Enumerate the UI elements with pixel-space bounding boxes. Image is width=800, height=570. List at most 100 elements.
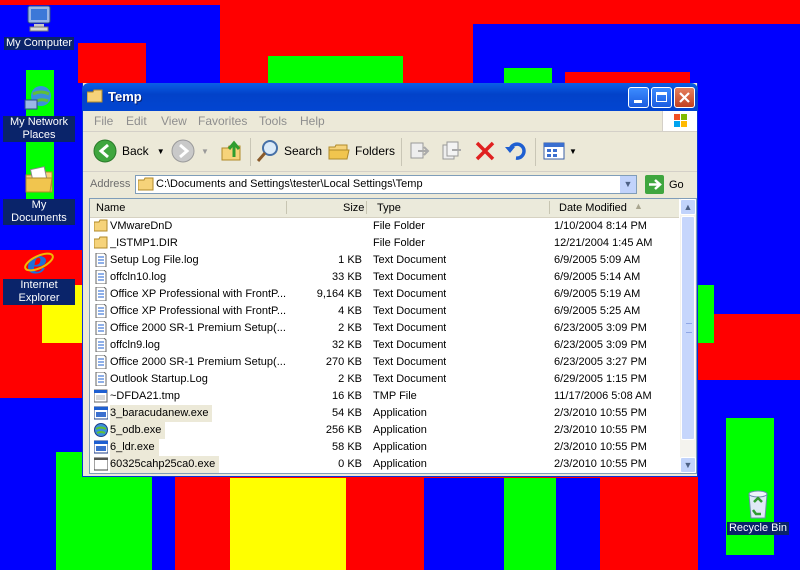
network-places-icon	[23, 82, 55, 114]
desktop-icon-my-network-places[interactable]: My Network Places	[3, 82, 75, 142]
file-size: 54 KB	[332, 407, 362, 419]
folders-button[interactable]: Folders	[327, 138, 395, 164]
file-size: 2 KB	[338, 322, 362, 334]
address-dropdown-icon[interactable]: ▼	[619, 176, 636, 193]
back-label: Back	[122, 144, 149, 158]
file-row[interactable]: 6_ldr.exe 58 KB Application 2/3/2010 10:55 …	[90, 439, 679, 456]
folder-icon	[93, 236, 108, 250]
file-row[interactable]: 3_baracudanew.exe 54 KB Application 2/3/201…	[90, 405, 679, 422]
column-header-name[interactable]: Name	[96, 202, 125, 214]
address-field[interactable]: C:\Documents and Settings\tester\Local S…	[135, 175, 637, 194]
toolbar: Back ▼ ▼ Search Folders ▼	[83, 132, 697, 172]
file-row[interactable]: offcln9.log 32 KB Text Document 6/23/2005 3…	[90, 337, 679, 354]
file-date-modified: 12/21/2004 1:45 AM	[554, 237, 653, 249]
file-row[interactable]: Office 2000 SR-1 Premium Setup(... 270 KB…	[90, 354, 679, 371]
file-list: Name Size Type Date Modified ▲ VMwareDnD…	[89, 198, 697, 474]
file-date-modified: 6/23/2005 3:09 PM	[554, 339, 647, 351]
blank-application-icon	[93, 457, 109, 471]
file-name: ~DFDA21.tmp	[110, 390, 180, 402]
desktop-icon-recycle-bin[interactable]: Recycle Bin	[722, 488, 794, 535]
column-divider[interactable]	[549, 201, 550, 214]
folders-label: Folders	[355, 144, 396, 158]
back-button[interactable]: Back ▼	[93, 138, 165, 164]
column-header-size[interactable]: Size	[343, 202, 364, 214]
up-folder-button[interactable]	[220, 138, 244, 164]
scroll-down-arrow-icon[interactable]: ▼	[680, 457, 696, 473]
file-date-modified: 6/9/2005 5:09 AM	[554, 254, 641, 266]
desktop-icon-internet-explorer[interactable]: e Internet Explorer	[3, 243, 75, 305]
tmp-file-icon	[93, 389, 108, 403]
file-row[interactable]: VMwareDnD File Folder 1/10/2004 8:14 PM	[90, 218, 679, 235]
file-row[interactable]: Setup Log File.log 1 KB Text Document 6/9/2…	[90, 252, 679, 269]
folders-icon	[328, 144, 350, 160]
close-button[interactable]	[674, 87, 695, 108]
search-button[interactable]: Search	[256, 138, 322, 164]
file-row[interactable]: Office XP Professional with FrontP... 4 K…	[90, 303, 679, 320]
file-row[interactable]: Office XP Professional with FrontP... 9,1…	[90, 286, 679, 303]
menu-view[interactable]: View	[161, 114, 187, 128]
minimize-icon	[634, 100, 642, 103]
back-dropdown-icon[interactable]: ▼	[157, 147, 165, 156]
delete-button[interactable]	[473, 138, 497, 164]
file-name: 5_odb.exe	[110, 422, 166, 439]
file-row[interactable]: _ISTMP1.DIR File Folder 12/21/2004 1:45 AM	[90, 235, 679, 252]
file-row[interactable]: ~DFDA21.tmp 16 KB TMP File 11/17/2006 5:08 …	[90, 388, 679, 405]
column-divider[interactable]	[286, 201, 287, 214]
folder-icon	[86, 89, 103, 106]
menu-file[interactable]: File	[94, 114, 113, 128]
desktop-icon-my-documents[interactable]: My Documents	[3, 165, 75, 225]
minimize-button[interactable]	[628, 87, 649, 108]
file-row[interactable]: offcln10.log 33 KB Text Document 6/9/2005 5…	[90, 269, 679, 286]
file-name: offcln9.log	[110, 339, 160, 351]
file-size: 32 KB	[332, 339, 362, 351]
file-name: _ISTMP1.DIR	[110, 237, 178, 249]
forward-button[interactable]: ▼	[171, 138, 209, 164]
desktop-icon-label: My Network Places	[3, 116, 75, 142]
close-icon	[679, 92, 690, 103]
file-row[interactable]: Outlook Startup.Log 2 KB Text Document 6/29…	[90, 371, 679, 388]
column-divider[interactable]	[366, 201, 367, 214]
file-row[interactable]: 60325cahp25ca0.exe 0 KB Application 2/3/201…	[90, 456, 679, 473]
bg-yellow-bottom	[230, 478, 346, 570]
undo-button[interactable]	[504, 138, 528, 164]
bg-red-inset	[78, 43, 146, 83]
file-name: VMwareDnD	[110, 220, 173, 232]
file-type: Application	[373, 424, 427, 436]
delete-x-icon	[475, 141, 495, 161]
file-type: Text Document	[373, 322, 447, 334]
address-bar: Address C:\Documents and Settings\tester…	[83, 172, 697, 198]
go-button[interactable]: Go	[645, 175, 684, 194]
maximize-icon	[656, 92, 667, 102]
copy-to-button[interactable]	[440, 138, 464, 164]
menu-help[interactable]: Help	[300, 114, 325, 128]
maximize-button[interactable]	[651, 87, 672, 108]
column-header-type[interactable]: Type	[377, 202, 401, 214]
views-dropdown-icon[interactable]: ▼	[569, 147, 577, 156]
file-row[interactable]: Office 2000 SR-1 Premium Setup(... 2 KB Te…	[90, 320, 679, 337]
scroll-up-arrow-icon[interactable]: ▲	[680, 199, 696, 215]
desktop-icon-label: Internet Explorer	[3, 279, 75, 305]
recycle-bin-icon	[742, 488, 774, 520]
file-row[interactable]: 5_odb.exe 256 KB Application 2/3/2010 10:55…	[90, 422, 679, 439]
desktop-icon-label: Recycle Bin	[726, 522, 790, 535]
menu-tools[interactable]: Tools	[259, 114, 287, 128]
file-date-modified: 2/3/2010 10:55 PM	[554, 407, 647, 419]
address-path: C:\Documents and Settings\tester\Local S…	[156, 178, 423, 190]
column-header-date-modified[interactable]: Date Modified	[559, 202, 627, 214]
desktop-icon-my-computer[interactable]: My Computer	[3, 3, 75, 50]
file-size: 256 KB	[325, 424, 362, 436]
move-to-button[interactable]	[408, 138, 432, 164]
views-button[interactable]: ▼	[542, 138, 577, 164]
menu-favorites[interactable]: Favorites	[198, 114, 247, 128]
scroll-thumb[interactable]	[681, 216, 695, 440]
menu-edit[interactable]: Edit	[126, 114, 147, 128]
file-type: Application	[373, 407, 427, 419]
toolbar-separator	[401, 138, 402, 166]
forward-dropdown-icon[interactable]: ▼	[201, 147, 209, 156]
title-bar[interactable]: Temp	[82, 83, 698, 111]
vertical-scrollbar[interactable]: ▲ ▼	[680, 199, 696, 473]
file-name: Office 2000 SR-1 Premium Setup(...	[110, 356, 286, 368]
internet-explorer-icon: e	[23, 243, 55, 281]
text-file-icon	[94, 354, 108, 370]
bg-red-bottom	[600, 478, 698, 558]
